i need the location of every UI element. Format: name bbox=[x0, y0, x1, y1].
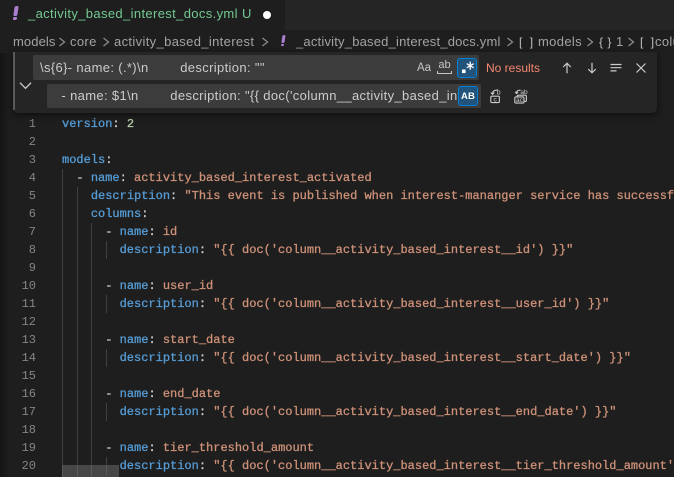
svg-text:b: b bbox=[496, 89, 500, 96]
svg-text:ac: ac bbox=[515, 96, 523, 103]
